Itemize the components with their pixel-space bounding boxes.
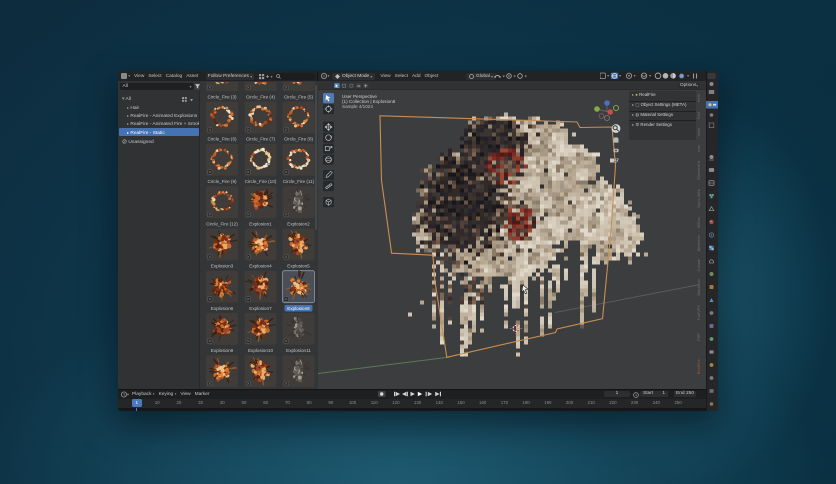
svg-text:Circle_Fire (11): Circle_Fire (11) [283, 179, 315, 184]
svg-text:Circle_Fire (7): Circle_Fire (7) [246, 136, 276, 141]
svg-text:Explosion7: Explosion7 [249, 305, 272, 310]
svg-text:Circle_Fire (4): Circle_Fire (4) [246, 94, 276, 99]
svg-text:Explosion1: Explosion1 [249, 221, 272, 226]
svg-text:Circle_Fire (3): Circle_Fire (3) [207, 94, 237, 99]
svg-text:Circle_Fire (6): Circle_Fire (6) [207, 136, 237, 141]
svg-text:Explosion11: Explosion11 [286, 348, 311, 353]
svg-text:Circle_Fire (9): Circle_Fire (9) [207, 179, 237, 184]
svg-text:Explosion9: Explosion9 [211, 348, 234, 353]
svg-text:Circle_Fire (8): Circle_Fire (8) [284, 136, 314, 141]
svg-text:Circle_Fire (12): Circle_Fire (12) [206, 221, 238, 226]
svg-text:Circle_Fire (5): Circle_Fire (5) [284, 94, 314, 99]
svg-text:Explosion5: Explosion5 [287, 263, 310, 268]
svg-text:Explosion8: Explosion8 [287, 305, 310, 310]
svg-text:Explosion10: Explosion10 [248, 348, 273, 353]
svg-text:Explosion6: Explosion6 [211, 305, 234, 310]
svg-text:Explosion2: Explosion2 [287, 221, 310, 226]
svg-text:Explosion4: Explosion4 [249, 263, 272, 268]
svg-text:Circle_Fire (10): Circle_Fire (10) [245, 179, 277, 184]
svg-text:Explosion3: Explosion3 [211, 263, 234, 268]
